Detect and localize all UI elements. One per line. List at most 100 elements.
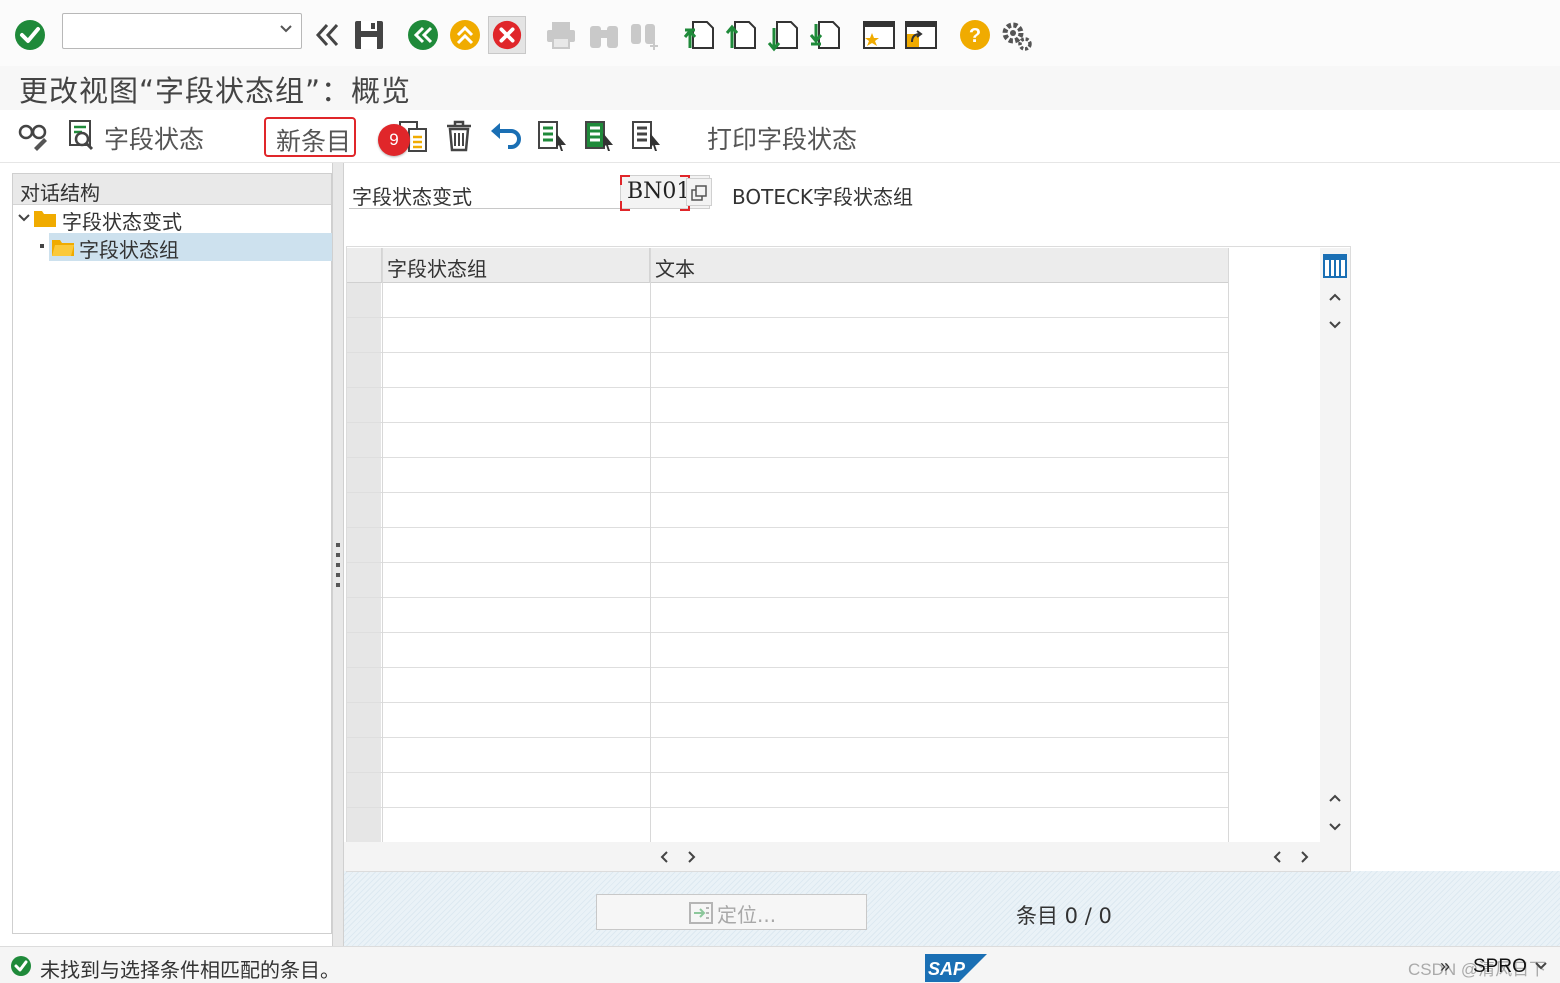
column-divider [650,248,651,842]
success-icon [11,956,31,976]
exit-icon[interactable] [448,18,482,52]
table-row[interactable] [347,808,1229,843]
cancel-button[interactable] [488,16,526,54]
table-row[interactable] [347,703,1229,738]
table-row[interactable] [347,388,1229,423]
table-row[interactable] [347,598,1229,633]
vertical-scrollbar[interactable] [1320,248,1350,842]
value-help-button[interactable] [686,178,712,206]
horizontal-scrollbar[interactable] [344,842,1350,871]
column-header-text[interactable]: 文本 [650,248,1229,283]
transaction-code: SPRO [1473,956,1527,977]
splitter-grip-icon [336,543,340,587]
scroll-right-icon[interactable] [1298,850,1312,864]
column-header-label: 文本 [655,257,695,281]
display-change-icon[interactable] [16,118,50,152]
next-page-icon[interactable] [767,18,801,52]
find-next-icon[interactable] [628,18,662,52]
focus-corner [620,201,630,211]
table-row[interactable] [347,458,1229,493]
table-select-all-cell[interactable] [347,248,382,283]
work-area: 字段状态变式 BN01 BOTECK字段状态组 字段状态组 文本 定位... 条… [344,163,1560,946]
command-field[interactable] [62,13,302,49]
screen-title-bar: 更改视图“字段状态组”：概览 [0,66,1560,111]
tree-leaf-bullet [40,244,44,248]
scroll-up-icon[interactable] [1328,290,1342,304]
locate-label: 定位... [717,903,777,927]
select-all-icon[interactable] [536,119,570,153]
field-status-icon[interactable] [67,119,97,151]
dialog-structure-panel: 对话结构 字段状态变式 字段状态组 [12,173,332,934]
table-settings-icon [1323,254,1347,278]
value-help-icon [691,185,707,201]
previous-page-icon[interactable] [725,18,759,52]
gear-icon[interactable] [1000,18,1034,52]
table-row[interactable] [347,528,1229,563]
table-row[interactable] [347,283,1229,318]
application-toolbar: 字段状态 新条目 打印字段状态 [0,110,1560,163]
chevron-down-icon[interactable] [17,211,31,225]
label-underline [349,208,622,209]
chevron-down-icon[interactable] [279,22,293,36]
select-block-icon[interactable] [583,119,617,153]
system-toolbar: ? [0,0,1560,67]
scroll-down-icon[interactable] [1328,318,1342,332]
first-page-icon[interactable] [683,18,717,52]
chevron-down-icon[interactable] [1534,959,1548,973]
field-status-group-table: 字段状态组 文本 [347,248,1350,843]
table-row[interactable] [347,423,1229,458]
page-up-icon[interactable] [1328,791,1342,805]
column-divider [1228,248,1229,842]
table-row[interactable] [347,318,1229,353]
panel-splitter[interactable] [332,163,344,946]
entries-counter: 条目 0 / 0 [1016,904,1112,928]
table-row[interactable] [347,563,1229,598]
locate-button[interactable]: 定位... [596,894,867,930]
field-status-button[interactable]: 字段状态 [104,120,204,156]
focus-corner [620,175,630,185]
find-icon[interactable] [587,18,621,52]
column-header-label: 字段状态组 [387,257,487,281]
step-badge: 9 [378,124,410,156]
column-config-button[interactable] [1320,248,1350,283]
work-area-content: 字段状态变式 BN01 BOTECK字段状态组 字段状态组 文本 [344,163,1560,872]
page-down-icon[interactable] [1328,820,1342,834]
sap-logo-icon: SAP [925,954,987,982]
trash-icon[interactable] [443,119,475,153]
help-icon[interactable]: ? [958,18,992,52]
enter-icon[interactable] [13,18,47,52]
tree-node-field-status-variant[interactable]: 字段状态变式 [62,206,182,235]
collapse-toolbar-icon[interactable] [310,18,344,52]
dialog-structure-header: 对话结构 [13,174,331,205]
undo-icon[interactable] [489,119,523,153]
scroll-left-icon[interactable] [1270,850,1284,864]
variant-label: 字段状态变式 [352,185,472,209]
table-row[interactable] [347,633,1229,668]
table-row[interactable] [347,668,1229,703]
system-info-expand-icon[interactable]: » [1440,956,1450,977]
status-bar: 未找到与选择条件相匹配的条目。 SAP CSDN @清风日下 » SPRO [0,946,1560,983]
table-row[interactable] [347,493,1229,528]
shortcut-icon[interactable] [904,18,938,52]
print-icon[interactable] [544,18,578,52]
table-row[interactable] [347,353,1229,388]
save-icon[interactable] [352,18,386,52]
deselect-all-icon[interactable] [630,119,664,153]
table-row[interactable] [347,738,1229,773]
column-header-group[interactable]: 字段状态组 [382,248,650,283]
folder-icon [34,211,56,227]
page-title: 更改视图“字段状态组”：概览 [19,74,412,108]
last-page-icon[interactable] [809,18,843,52]
new-session-icon[interactable] [862,18,896,52]
table-row[interactable] [347,773,1229,808]
back-icon[interactable] [406,18,440,52]
scroll-right-icon[interactable] [685,850,699,864]
new-entries-button[interactable]: 新条目 [264,117,356,157]
scroll-left-icon[interactable] [657,850,671,864]
open-folder-icon [52,240,74,256]
cancel-icon [492,20,522,50]
new-entries-label: 新条目 [276,127,352,156]
status-message[interactable]: 未找到与选择条件相匹配的条目。 [40,954,340,983]
print-field-status-button[interactable]: 打印字段状态 [707,120,857,156]
tree-node-field-status-group[interactable]: 字段状态组 [79,234,179,263]
